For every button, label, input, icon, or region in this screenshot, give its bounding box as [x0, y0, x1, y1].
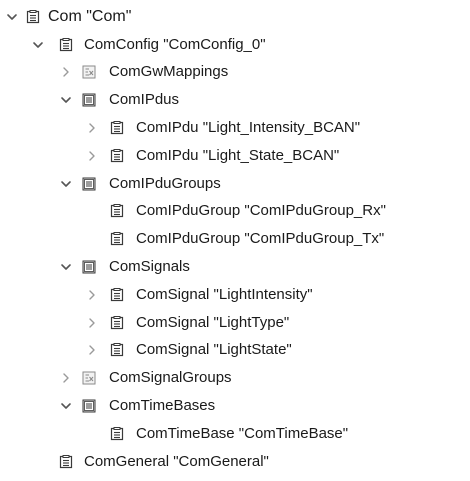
- list-icon: [82, 177, 96, 191]
- tree-node-signal-lightstate[interactable]: ComSignal "LightState": [0, 337, 470, 365]
- empty-list-icon: [82, 371, 96, 385]
- tree-node-label: ComSignal "LightState": [136, 341, 292, 359]
- chevron-down-icon[interactable]: [59, 177, 73, 191]
- tree-node-signal-lightintensity[interactable]: ComSignal "LightIntensity": [0, 281, 470, 309]
- container-icon: [110, 121, 124, 135]
- container-icon: [110, 148, 124, 163]
- chevron-right-icon[interactable]: [85, 316, 99, 330]
- tree-node-comipdus[interactable]: ComIPdus: [0, 86, 470, 114]
- chevron-right-icon[interactable]: [85, 149, 99, 163]
- tree-node-timebase[interactable]: ComTimeBase "ComTimeBase": [0, 420, 470, 448]
- tree-node-ipdu-light-intensity[interactable]: ComIPdu "Light_Intensity_BCAN": [0, 114, 470, 142]
- tree-node-label: ComIPdu "Light_Intensity_BCAN": [136, 119, 361, 137]
- container-icon: [110, 426, 124, 441]
- chevron-right-icon[interactable]: [85, 343, 99, 357]
- tree-node-label: ComGwMappings: [109, 63, 229, 81]
- tree-node-label: ComConfig "ComConfig_0": [84, 35, 266, 53]
- tree-node-signal-lighttype[interactable]: ComSignal "LightType": [0, 309, 470, 337]
- list-icon: [82, 399, 96, 413]
- list-icon: [82, 260, 96, 274]
- container-icon: [110, 315, 124, 330]
- container-icon: [110, 232, 124, 246]
- chevron-right-icon[interactable]: [59, 371, 73, 385]
- chevron-right-icon[interactable]: [59, 65, 73, 79]
- tree-node-label: ComIPdu "Light_State_BCAN": [136, 146, 340, 164]
- container-icon: [110, 343, 124, 357]
- container-icon: [110, 287, 124, 302]
- tree-node-label: ComIPdus: [109, 91, 180, 109]
- tree-node-label: ComSignals: [109, 258, 190, 276]
- tree-node-comsignalgroups[interactable]: ComSignalGroups: [0, 364, 470, 392]
- tree-node-label: ComSignalGroups: [109, 369, 232, 387]
- tree-node-comconfig[interactable]: ComConfig "ComConfig_0": [0, 31, 470, 59]
- tree-node-comgeneral[interactable]: ComGeneral "ComGeneral": [0, 448, 470, 476]
- tree-node-ipdugroup-tx[interactable]: ComIPduGroup "ComIPduGroup_Tx": [0, 225, 470, 253]
- tree-node-label: ComSignal "LightType": [136, 313, 290, 331]
- tree-node-comgwmappings[interactable]: ComGwMappings: [0, 59, 470, 87]
- container-icon: [59, 37, 73, 52]
- tree-node-ipdugroup-rx[interactable]: ComIPduGroup "ComIPduGroup_Rx": [0, 198, 470, 226]
- tree-node-com[interactable]: Com "Com": [0, 3, 470, 31]
- tree-node-label: ComSignal "LightIntensity": [136, 285, 313, 303]
- container-icon: [59, 454, 73, 469]
- tree-node-label: ComIPduGroups: [109, 174, 221, 192]
- tree-node-label: Com "Com": [48, 7, 132, 25]
- ecu-config-tree: Com "Com" ComConfig "ComConfig_0" ComGwM…: [0, 3, 470, 476]
- tree-node-label: ComGeneral "ComGeneral": [84, 452, 269, 470]
- chevron-down-icon[interactable]: [59, 260, 73, 274]
- empty-list-icon: [82, 65, 96, 79]
- chevron-down-icon[interactable]: [5, 10, 19, 24]
- tree-node-label: ComIPduGroup "ComIPduGroup_Rx": [136, 202, 386, 220]
- tree-node-ipdu-light-state[interactable]: ComIPdu "Light_State_BCAN": [0, 142, 470, 170]
- list-icon: [82, 93, 96, 107]
- chevron-down-icon[interactable]: [59, 399, 73, 413]
- chevron-right-icon[interactable]: [85, 121, 99, 135]
- chevron-right-icon[interactable]: [85, 288, 99, 302]
- tree-node-comtimebases[interactable]: ComTimeBases: [0, 392, 470, 420]
- chevron-down-icon[interactable]: [59, 93, 73, 107]
- tree-node-label: ComTimeBases: [109, 397, 216, 415]
- chevron-down-icon[interactable]: [31, 38, 45, 52]
- container-icon: [26, 9, 40, 24]
- tree-node-comipdugroups[interactable]: ComIPduGroups: [0, 170, 470, 198]
- tree-node-label: ComIPduGroup "ComIPduGroup_Tx": [136, 230, 385, 248]
- tree-node-label: ComTimeBase "ComTimeBase": [136, 424, 349, 442]
- container-icon: [110, 204, 124, 218]
- tree-node-comsignals[interactable]: ComSignals: [0, 253, 470, 281]
